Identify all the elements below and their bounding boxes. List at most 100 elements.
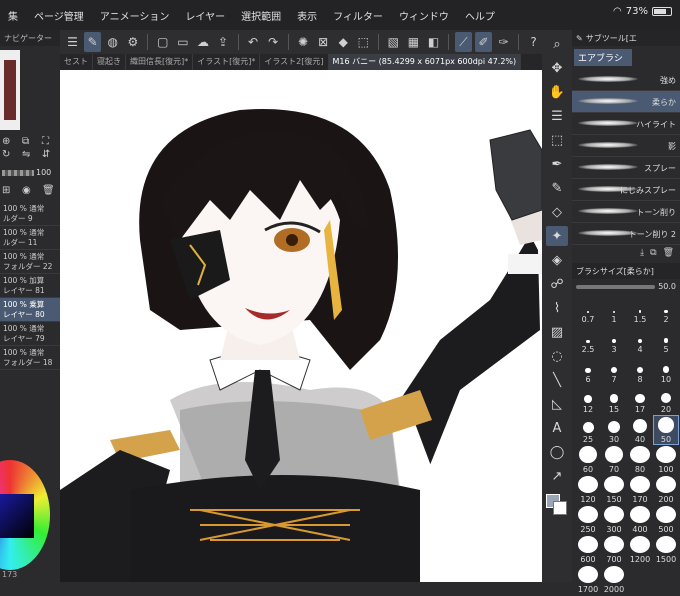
- menu-item[interactable]: ヘルプ: [457, 8, 503, 23]
- menu-item[interactable]: ページ管理: [26, 8, 92, 23]
- brush-size-option[interactable]: 25: [576, 416, 600, 444]
- brush-size-option[interactable]: 1200: [628, 536, 652, 564]
- download-icon[interactable]: ⤓: [640, 248, 644, 258]
- brush-size-option[interactable]: 120: [576, 476, 600, 504]
- opacity-slider[interactable]: [2, 169, 34, 176]
- new-layer-icon[interactable]: ⊞: [2, 185, 20, 196]
- edit-icon[interactable]: ✎: [84, 32, 102, 52]
- brush-item[interactable]: スプレー: [572, 157, 680, 179]
- brush-size-option[interactable]: 60: [576, 446, 600, 474]
- brush-item[interactable]: にじみスプレー: [572, 179, 680, 201]
- document-tab[interactable]: イラスト2[復元]: [260, 54, 329, 70]
- pen-pressure-icon[interactable]: ◍: [104, 32, 121, 52]
- airbrush-icon[interactable]: ✦: [546, 226, 568, 246]
- layer-item[interactable]: 100 % 通常 レイヤー 79: [0, 322, 60, 346]
- eyedropper-icon[interactable]: ✒: [546, 154, 568, 174]
- color-swatch[interactable]: [546, 494, 568, 516]
- document-tab[interactable]: 寝起き: [93, 54, 126, 70]
- brush-size-option[interactable]: 500: [654, 506, 678, 534]
- layer-move-icon[interactable]: ☰: [546, 106, 568, 126]
- export-icon[interactable]: ⇪: [215, 32, 232, 52]
- undo-icon[interactable]: ↶: [244, 32, 261, 52]
- subtool-group[interactable]: エアブラシ: [574, 49, 632, 66]
- brush-size-option[interactable]: 70: [602, 446, 626, 474]
- brush-size-option[interactable]: 15: [602, 386, 626, 414]
- fill-icon[interactable]: ◆: [335, 32, 352, 52]
- text-icon[interactable]: A: [546, 418, 568, 438]
- eraser-icon[interactable]: ◇: [546, 202, 568, 222]
- brush-size-option[interactable]: 150: [602, 476, 626, 504]
- help-icon[interactable]: ?: [525, 32, 542, 52]
- dropper-icon[interactable]: ⌇: [546, 298, 568, 318]
- brush-size-option[interactable]: 10: [654, 356, 678, 384]
- brush-size-option[interactable]: 100: [654, 446, 678, 474]
- flip-vertical-icon[interactable]: ⇵: [42, 149, 60, 160]
- menu-icon[interactable]: ☰: [64, 32, 81, 52]
- brush-size-option[interactable]: 700: [602, 536, 626, 564]
- drawing-canvas[interactable]: [60, 70, 542, 582]
- menu-item[interactable]: フィルター: [325, 8, 391, 23]
- brush-size-option[interactable]: 1500: [654, 536, 678, 564]
- brush-size-option[interactable]: 200: [654, 476, 678, 504]
- layer-item[interactable]: 100 % 通常 ルダー 11: [0, 226, 60, 250]
- menu-item[interactable]: 表示: [289, 8, 325, 23]
- document-tab[interactable]: M16 バニー (85.4299 x 6071px 600dpi 47.2%): [328, 54, 522, 70]
- zoom-in-icon[interactable]: ⊕: [2, 136, 20, 147]
- open-folder-icon[interactable]: ▭: [174, 32, 191, 52]
- brush-size-option[interactable]: 20: [654, 386, 678, 414]
- brush-size-option[interactable]: 3: [602, 326, 626, 354]
- brush-size-option[interactable]: 8: [628, 356, 652, 384]
- clear-icon[interactable]: ⊠: [315, 32, 332, 52]
- move-icon[interactable]: ✥: [546, 58, 568, 78]
- layer-item[interactable]: 100 % 乗算 レイヤー 80: [0, 298, 60, 322]
- brush-size-option[interactable]: 30: [602, 416, 626, 444]
- brush-item[interactable]: 柔らか: [572, 91, 680, 113]
- brush-size-option[interactable]: 17: [628, 386, 652, 414]
- brush-item[interactable]: 影: [572, 135, 680, 157]
- brush-size-option[interactable]: 2000: [602, 566, 626, 594]
- new-file-icon[interactable]: ▢: [154, 32, 171, 52]
- layer-item[interactable]: 100 % 通常 フォルダー 18: [0, 346, 60, 370]
- brush-size-option[interactable]: 1: [602, 296, 626, 324]
- line-icon[interactable]: ╲: [546, 370, 568, 390]
- correction-icon[interactable]: ↗: [546, 466, 568, 486]
- background-color[interactable]: [553, 501, 567, 515]
- brush-size-option[interactable]: 2: [654, 296, 678, 324]
- navigator-thumbnail[interactable]: [0, 50, 20, 130]
- fullscreen-icon[interactable]: ⛶: [42, 136, 60, 147]
- brush-size-slider[interactable]: [576, 284, 656, 289]
- brush-icon[interactable]: ✑: [495, 32, 512, 52]
- flip-horizontal-icon[interactable]: ⇋: [22, 149, 40, 160]
- brush-size-option[interactable]: 300: [602, 506, 626, 534]
- layer-item[interactable]: 100 % 通常 フォルダー 22: [0, 250, 60, 274]
- fit-icon[interactable]: ⧉: [22, 136, 40, 147]
- brush-size-option[interactable]: 12: [576, 386, 600, 414]
- document-tab[interactable]: イラスト[復元]*: [193, 54, 261, 70]
- brush-item[interactable]: トーン削り 2: [572, 223, 680, 245]
- rotate-icon[interactable]: ↻: [2, 149, 20, 160]
- transform-icon[interactable]: ⬚: [355, 32, 372, 52]
- brush-size-option[interactable]: 7: [602, 356, 626, 384]
- ruler-tool-icon[interactable]: ◺: [546, 394, 568, 414]
- opacity-value[interactable]: 100: [36, 168, 51, 177]
- pen-tool-icon[interactable]: ✎: [546, 178, 568, 198]
- menu-item[interactable]: ウィンドウ: [391, 8, 457, 23]
- selection-tool-icon[interactable]: ⬚: [546, 130, 568, 150]
- brush-size-option[interactable]: 80: [628, 446, 652, 474]
- ruler-icon[interactable]: ⟋: [454, 32, 472, 52]
- brush-size-option[interactable]: 50: [653, 415, 679, 445]
- menu-item[interactable]: 集: [0, 8, 26, 23]
- document-tab[interactable]: セスト: [60, 54, 93, 70]
- menu-item[interactable]: レイヤー: [177, 8, 233, 23]
- layer-item[interactable]: 100 % 加算 レイヤー 81: [0, 274, 60, 298]
- layer-item[interactable]: 100 % 通常 ルダー 9: [0, 202, 60, 226]
- loading-icon[interactable]: ✺: [295, 32, 312, 52]
- brush-item[interactable]: トーン削り: [572, 201, 680, 223]
- brush-size-option[interactable]: 2.5: [576, 326, 600, 354]
- color-wheel[interactable]: [0, 460, 50, 570]
- fill-tool-icon[interactable]: ◈: [546, 250, 568, 270]
- brush-size-option[interactable]: 0.7: [576, 296, 600, 324]
- redo-icon[interactable]: ↷: [265, 32, 282, 52]
- menu-item[interactable]: アニメーション: [92, 8, 178, 23]
- invert-selection-icon[interactable]: ▦: [405, 32, 422, 52]
